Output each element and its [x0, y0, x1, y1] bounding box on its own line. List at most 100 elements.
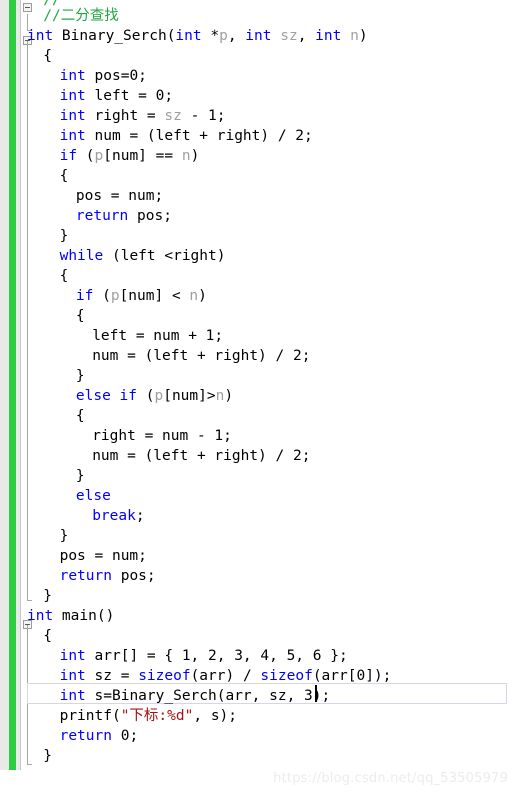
code-token-plain: arr[] = { 1, 2, 3, 4, 5, 6 };: [85, 648, 348, 664]
code-token-kw: int: [59, 668, 86, 684]
code-token-kw: int: [175, 28, 202, 44]
code-token-kw: int: [59, 648, 86, 664]
code-token-plain: printf(: [59, 708, 121, 724]
code-line-content: }: [60, 226, 69, 246]
code-line-content: int right = sz - 1;: [60, 106, 226, 126]
code-token-kw: if: [75, 288, 94, 304]
code-token-kw: int: [27, 608, 54, 624]
code-line-content: int Binary_Serch(int *p, int sz, int n): [27, 26, 368, 46]
code-token-plain: ): [224, 388, 234, 404]
code-token-kw: return: [59, 728, 112, 744]
code-token-plain: pos=0;: [85, 68, 147, 84]
code-line-content: {: [43, 46, 52, 66]
code-token-plain: num = (left + right) / 2;: [92, 348, 311, 364]
code-token-kw: if: [59, 148, 78, 164]
code-token-plain: (: [77, 148, 95, 164]
code-token-kw: int: [245, 28, 272, 44]
code-token-param: n: [181, 148, 191, 164]
code-token-plain: {: [59, 168, 69, 184]
code-editor-window[interactable]: ////二分查找 int Binary_Serch(int *p, int sz,…: [0, 0, 516, 798]
code-line-content: int sz = sizeof(arr) / sizeof(arr[0]);: [60, 666, 392, 686]
code-line-content: pos = num;: [60, 546, 147, 566]
code-token-str: "下标:%d": [120, 708, 194, 724]
code-line-content: break;: [92, 506, 144, 526]
code-token-plain: {: [59, 268, 69, 284]
code-token-kw: sizeof: [260, 668, 313, 684]
code-token-param: sz: [280, 28, 298, 44]
code-line-content: right = num - 1;: [92, 426, 232, 446]
code-token-plain: main(): [53, 608, 115, 624]
code-token-param: n: [189, 288, 199, 304]
code-token-plain: s=Binary_Serch(arr, sz, 3);: [85, 688, 331, 704]
code-token-plain: (left <right): [103, 248, 226, 264]
code-token-kw: return: [59, 568, 112, 584]
code-token-kw: break: [92, 508, 136, 524]
code-token-plain: num = (left + right) / 2;: [85, 128, 313, 144]
code-token-plain: sz =: [85, 668, 139, 684]
code-token-param: p: [154, 388, 164, 404]
code-line-content: {: [60, 266, 69, 286]
code-token-kw: int: [59, 88, 86, 104]
code-token-plain: pos = num;: [75, 188, 164, 204]
code-token-plain: }: [75, 368, 85, 384]
code-token-plain: Binary_Serch(: [53, 28, 176, 44]
code-token-kw: int: [59, 108, 86, 124]
code-line-content: int num = (left + right) / 2;: [60, 126, 313, 146]
code-line-content: int main(): [27, 606, 114, 626]
code-token-plain: }: [59, 228, 69, 244]
code-line-content: while (left <right): [60, 246, 226, 266]
code-token-plain: {: [43, 48, 53, 64]
code-token-param: n: [350, 28, 359, 44]
code-token-param: sz: [164, 108, 182, 124]
code-token-plain: 0;: [111, 728, 139, 744]
code-token-kw: int: [59, 688, 86, 704]
code-token-plain: {: [43, 628, 53, 644]
code-token-param: p: [94, 148, 104, 164]
code-token-plain: {: [75, 308, 85, 324]
code-line-content: }: [76, 366, 85, 386]
code-line-content: else: [76, 486, 111, 506]
code-token-plain: [num] ==: [103, 148, 182, 164]
code-token-plain: ,: [297, 28, 316, 44]
code-token-plain: ;: [135, 508, 145, 524]
code-line-content: int s=Binary_Serch(arr, sz, 3);: [60, 686, 331, 706]
code-token-kw: return: [75, 208, 129, 224]
code-line-content: }: [76, 466, 85, 486]
code-token-param: p: [219, 28, 228, 44]
code-text-area[interactable]: ////二分查找 int Binary_Serch(int *p, int sz,…: [0, 0, 516, 770]
code-token-plain: left = 0;: [85, 88, 174, 104]
code-token-plain: ): [198, 288, 207, 304]
code-line-content: int arr[] = { 1, 2, 3, 4, 5, 6 };: [60, 646, 348, 666]
code-line-content: return pos;: [76, 206, 172, 226]
code-line-content: else if (p[num]>n): [76, 386, 233, 406]
code-line-content: {: [43, 626, 52, 646]
code-token-plain: [num] <: [119, 288, 190, 304]
code-token-plain: pos;: [128, 208, 172, 224]
code-line-content: }: [60, 526, 69, 546]
code-token-plain: }: [43, 748, 53, 764]
code-token-plain: {: [75, 408, 85, 424]
code-token-plain: right =: [85, 108, 165, 124]
code-token-kw: int: [59, 128, 86, 144]
code-token-kw: sizeof: [138, 668, 191, 684]
code-token-plain: num = (left + right) / 2;: [92, 448, 311, 464]
code-token-plain: - 1;: [181, 108, 226, 124]
code-token-plain: left = num + 1;: [92, 328, 224, 344]
code-token-plain: (arr[0]);: [312, 668, 392, 684]
code-token-plain: }: [43, 588, 53, 604]
code-token-plain: ): [190, 148, 200, 164]
code-line-content: {: [76, 306, 85, 326]
code-token-param: p: [110, 288, 120, 304]
code-line-content: num = (left + right) / 2;: [92, 346, 310, 366]
code-line-content: }: [43, 586, 52, 606]
code-line-content: left = num + 1;: [92, 326, 223, 346]
code-token-plain: (: [137, 388, 155, 404]
code-line-content: if (p[num] == n): [60, 146, 200, 166]
code-line-content: int pos=0;: [60, 66, 147, 86]
code-token-plain: (: [93, 288, 111, 304]
code-token-kw: int: [315, 28, 342, 44]
code-token-plain: ): [358, 28, 368, 44]
code-token-kw: int: [59, 68, 86, 84]
